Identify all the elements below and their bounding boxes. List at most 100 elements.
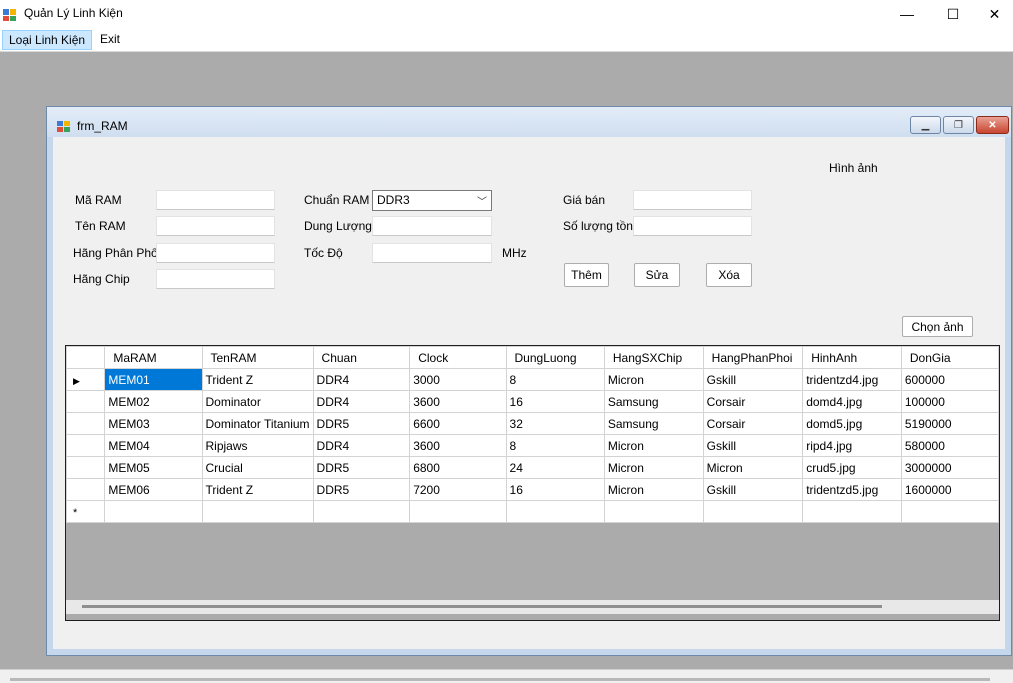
table-cell[interactable] bbox=[312, 500, 411, 523]
row-header[interactable]: * bbox=[66, 500, 106, 523]
table-cell[interactable]: 3600 bbox=[409, 390, 507, 413]
table-cell[interactable] bbox=[900, 500, 999, 523]
table-cell[interactable]: Micron bbox=[702, 456, 804, 479]
table-cell[interactable]: Micron bbox=[603, 478, 704, 501]
table-cell[interactable]: Samsung bbox=[603, 390, 704, 413]
sua-button[interactable]: Sửa bbox=[634, 263, 680, 287]
minimize-button[interactable]: — bbox=[884, 0, 930, 28]
table-cell[interactable]: DDR4 bbox=[312, 434, 411, 457]
table-cell[interactable] bbox=[104, 500, 203, 523]
table-cell[interactable]: 7200 bbox=[409, 478, 507, 501]
column-header-hangsxchip[interactable]: HangSXChip bbox=[603, 346, 704, 369]
table-cell[interactable]: tridentzd5.jpg bbox=[802, 478, 902, 501]
table-cell[interactable]: Ripjaws bbox=[201, 434, 314, 457]
table-cell[interactable]: Micron bbox=[603, 434, 704, 457]
new-row[interactable]: * bbox=[66, 500, 999, 523]
table-cell[interactable]: MEM01 bbox=[104, 368, 203, 391]
menu-item-loai-linh-kien[interactable]: Loại Linh Kiện bbox=[2, 30, 93, 50]
table-cell[interactable]: 600000 bbox=[900, 368, 999, 391]
column-header-dungluong[interactable]: DungLuong bbox=[505, 346, 605, 369]
column-header-clock[interactable]: Clock bbox=[409, 346, 507, 369]
table-cell[interactable]: Trident Z bbox=[201, 478, 314, 501]
table-cell[interactable]: Samsung bbox=[603, 412, 704, 435]
table-cell[interactable]: ripd4.jpg bbox=[802, 434, 902, 457]
table-row[interactable]: MEM04 Ripjaws DDR4 3600 8 Micron Gskill ripd4.j… bbox=[66, 434, 999, 457]
so-luong-ton-input[interactable] bbox=[633, 216, 752, 236]
table-cell[interactable]: 580000 bbox=[900, 434, 999, 457]
table-cell[interactable] bbox=[603, 500, 704, 523]
ram-data-grid[interactable]: MaRAM TenRAM Chuan Clock DungLuong HangSXChip… bbox=[65, 345, 1000, 621]
table-cell[interactable]: Dominator Titanium bbox=[201, 412, 314, 435]
mdi-horizontal-scrollbar[interactable] bbox=[0, 669, 1013, 683]
child-minimize-button[interactable]: ▁ bbox=[910, 116, 941, 134]
hang-chip-input[interactable] bbox=[156, 269, 275, 289]
hang-phan-phoi-input[interactable] bbox=[156, 243, 275, 263]
chuan-ram-dropdown[interactable]: DDR3 ﹀ bbox=[372, 190, 492, 211]
row-header[interactable] bbox=[66, 478, 106, 501]
column-header-dongia[interactable]: DonGia bbox=[900, 346, 999, 369]
table-cell[interactable]: 5190000 bbox=[900, 412, 999, 435]
table-cell[interactable]: 6800 bbox=[409, 456, 507, 479]
table-cell[interactable]: 100000 bbox=[900, 390, 999, 413]
row-header-corner[interactable] bbox=[66, 346, 106, 369]
row-header[interactable]: ▶ bbox=[66, 368, 106, 391]
table-cell[interactable]: DDR4 bbox=[312, 368, 411, 391]
table-cell[interactable]: 8 bbox=[505, 368, 605, 391]
table-cell[interactable]: MEM04 bbox=[104, 434, 203, 457]
table-cell[interactable]: DDR5 bbox=[312, 456, 411, 479]
table-cell[interactable]: Corsair bbox=[702, 390, 804, 413]
table-cell[interactable]: 3600 bbox=[409, 434, 507, 457]
table-cell[interactable] bbox=[201, 500, 314, 523]
table-cell[interactable]: domd4.jpg bbox=[802, 390, 902, 413]
table-cell[interactable]: crud5.jpg bbox=[802, 456, 902, 479]
table-cell[interactable]: 8 bbox=[505, 434, 605, 457]
table-cell[interactable] bbox=[505, 500, 605, 523]
table-cell[interactable]: Crucial bbox=[201, 456, 314, 479]
table-cell[interactable]: DDR5 bbox=[312, 412, 411, 435]
table-cell[interactable]: Micron bbox=[603, 456, 704, 479]
row-header[interactable] bbox=[66, 456, 106, 479]
toc-do-input[interactable] bbox=[372, 243, 492, 263]
table-cell[interactable]: 3000 bbox=[409, 368, 507, 391]
table-cell[interactable]: Gskill bbox=[702, 368, 804, 391]
table-cell[interactable]: MEM03 bbox=[104, 412, 203, 435]
table-cell[interactable] bbox=[702, 500, 804, 523]
row-header[interactable] bbox=[66, 434, 106, 457]
table-cell[interactable]: MEM06 bbox=[104, 478, 203, 501]
maximize-button[interactable]: ☐ bbox=[930, 0, 976, 28]
table-cell[interactable]: Gskill bbox=[702, 434, 804, 457]
table-cell[interactable]: domd5.jpg bbox=[802, 412, 902, 435]
row-header[interactable] bbox=[66, 390, 106, 413]
table-cell[interactable]: DDR5 bbox=[312, 478, 411, 501]
table-cell[interactable]: 16 bbox=[505, 478, 605, 501]
ten-ram-input[interactable] bbox=[156, 216, 275, 236]
child-maximize-button[interactable]: ❐ bbox=[943, 116, 974, 134]
column-header-hangphanphoi[interactable]: HangPhanPhoi bbox=[702, 346, 804, 369]
table-cell[interactable]: DDR4 bbox=[312, 390, 411, 413]
row-header[interactable] bbox=[66, 412, 106, 435]
scrollbar-thumb[interactable] bbox=[10, 678, 990, 681]
table-row[interactable]: MEM03 Dominator Titanium DDR5 6600 32 Samsung… bbox=[66, 412, 999, 435]
column-header-maram[interactable]: MaRAM bbox=[104, 346, 203, 369]
table-cell[interactable]: tridentzd4.jpg bbox=[802, 368, 902, 391]
table-row[interactable]: ▶ MEM01 Trident Z DDR4 3000 8 Micron Gskill trid… bbox=[66, 368, 999, 391]
table-cell[interactable]: 3000000 bbox=[900, 456, 999, 479]
ma-ram-input[interactable] bbox=[156, 190, 275, 210]
scrollbar-thumb[interactable] bbox=[82, 605, 882, 608]
table-cell[interactable]: MEM05 bbox=[104, 456, 203, 479]
chon-anh-button[interactable]: Chọn ảnh bbox=[902, 316, 973, 337]
table-cell[interactable]: 24 bbox=[505, 456, 605, 479]
table-cell[interactable]: Gskill bbox=[702, 478, 804, 501]
table-cell[interactable]: 16 bbox=[505, 390, 605, 413]
close-button[interactable]: ✕ bbox=[976, 0, 1013, 28]
table-cell[interactable]: 32 bbox=[505, 412, 605, 435]
gia-ban-input[interactable] bbox=[633, 190, 752, 210]
table-cell[interactable]: Micron bbox=[603, 368, 704, 391]
menu-item-exit[interactable]: Exit bbox=[94, 30, 126, 50]
table-cell[interactable]: Trident Z bbox=[201, 368, 314, 391]
table-row[interactable]: MEM05 Crucial DDR5 6800 24 Micron Micron crud5.… bbox=[66, 456, 999, 479]
table-cell[interactable]: MEM02 bbox=[104, 390, 203, 413]
them-button[interactable]: Thêm bbox=[564, 263, 609, 287]
column-header-hinhanh[interactable]: HinhAnh bbox=[802, 346, 902, 369]
table-cell[interactable]: 6600 bbox=[409, 412, 507, 435]
